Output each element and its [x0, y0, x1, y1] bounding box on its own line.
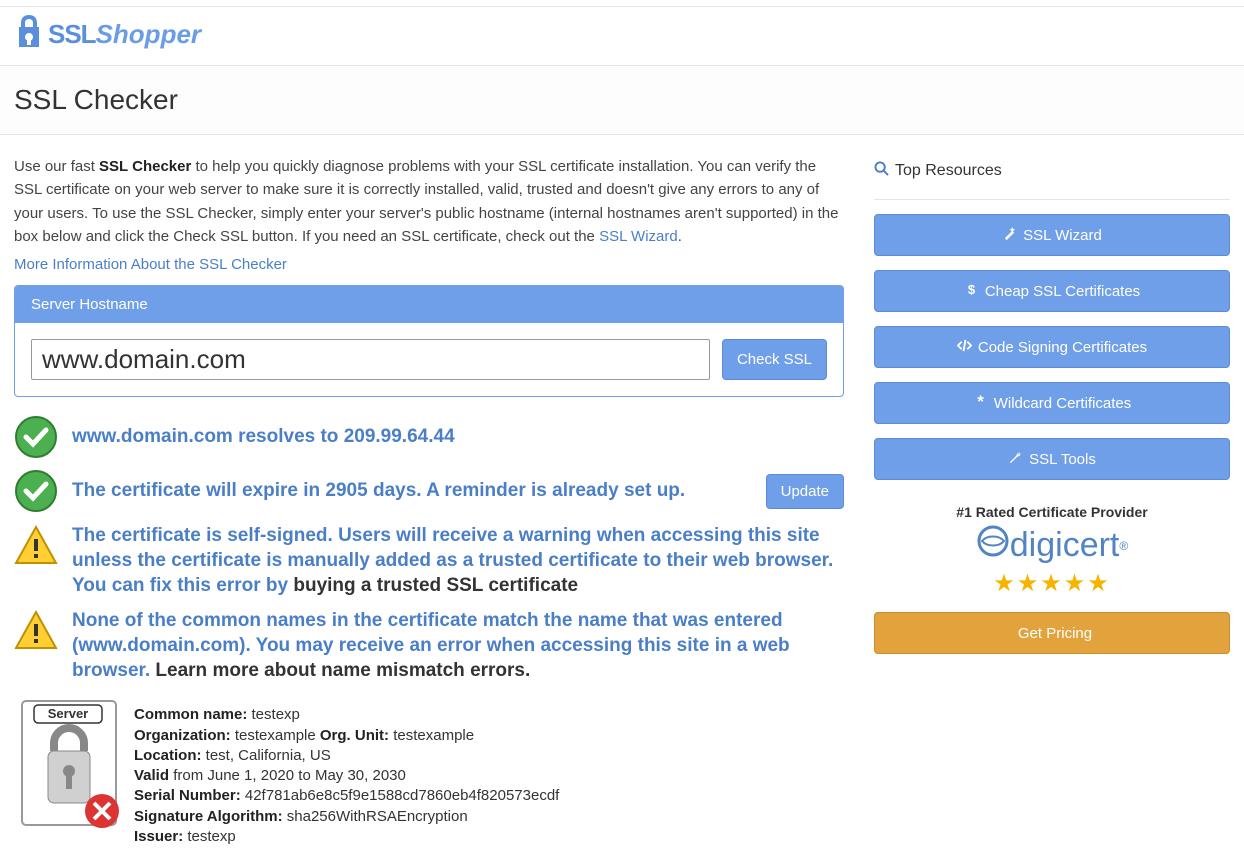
code-icon — [957, 338, 972, 357]
update-button[interactable]: Update — [766, 474, 844, 509]
svg-text:$: $ — [968, 282, 976, 297]
intro-text: Use our fast SSL Checker to help you qui… — [14, 155, 844, 248]
server-cert-icon: Server — [14, 693, 124, 837]
result-selfsigned: The certificate is self-signed. Users wi… — [72, 523, 844, 598]
topbar — [0, 0, 1244, 7]
side-header: Top Resources — [874, 155, 1230, 200]
results: www.domain.com resolves to 209.99.64.44 … — [14, 415, 844, 847]
logo-link[interactable]: SSLShopper — [14, 13, 1230, 55]
check-ssl-button[interactable]: Check SSL — [722, 339, 827, 380]
lock-icon — [14, 13, 44, 55]
dollar-icon: $ — [964, 282, 979, 301]
titlebar: SSL Checker — [0, 66, 1244, 135]
side-btn-ssl-tools[interactable]: SSL Tools — [874, 438, 1230, 480]
hostname-panel: Server Hostname Check SSL — [14, 285, 844, 397]
certificate-block: Server Common name: testexp Organization… — [14, 693, 844, 847]
result-resolves: www.domain.com resolves to 209.99.64.44 — [72, 424, 844, 449]
page-title: SSL Checker — [14, 84, 1230, 116]
wrench-icon — [1008, 450, 1023, 469]
side-btn-cheap-ssl[interactable]: $ Cheap SSL Certificates — [874, 270, 1230, 312]
check-icon — [14, 469, 58, 513]
provider-block: #1 Rated Certificate Provider digicert® … — [874, 504, 1230, 654]
header: SSLShopper — [0, 7, 1244, 66]
warning-icon — [14, 608, 58, 652]
side-btn-wildcard[interactable]: * Wildcard Certificates — [874, 382, 1230, 424]
more-info-link[interactable]: More Information About the SSL Checker — [14, 256, 844, 273]
side-btn-ssl-wizard[interactable]: SSL Wizard — [874, 214, 1230, 256]
result-mismatch: None of the common names in the certific… — [72, 608, 844, 683]
digicert-logo[interactable]: digicert® — [976, 524, 1128, 567]
panel-title: Server Hostname — [15, 286, 843, 323]
search-icon — [874, 161, 889, 181]
main-column: Use our fast SSL Checker to help you qui… — [14, 155, 844, 847]
svg-text:*: * — [977, 394, 984, 409]
hostname-input[interactable] — [31, 339, 710, 380]
warning-icon — [14, 523, 58, 567]
logo-text: SSLShopper — [48, 19, 201, 50]
wand-icon — [1002, 226, 1017, 245]
provider-label: #1 Rated Certificate Provider — [874, 504, 1230, 520]
side-btn-code-signing[interactable]: Code Signing Certificates — [874, 326, 1230, 368]
result-expiry: The certificate will expire in 2905 days… — [72, 478, 752, 503]
sidebar: Top Resources SSL Wizard $ Cheap SSL Cer… — [874, 155, 1230, 847]
get-pricing-button[interactable]: $ Get Pricing — [874, 612, 1230, 654]
asterisk-icon: * — [973, 394, 988, 413]
certificate-details: Common name: testexp Organization: teste… — [134, 693, 559, 847]
svg-text:Server: Server — [48, 706, 88, 721]
ssl-wizard-link[interactable]: SSL Wizard — [599, 228, 678, 245]
star-rating: ★★★★★ — [874, 569, 1230, 598]
check-icon — [14, 415, 58, 459]
globe-icon — [976, 524, 1010, 567]
